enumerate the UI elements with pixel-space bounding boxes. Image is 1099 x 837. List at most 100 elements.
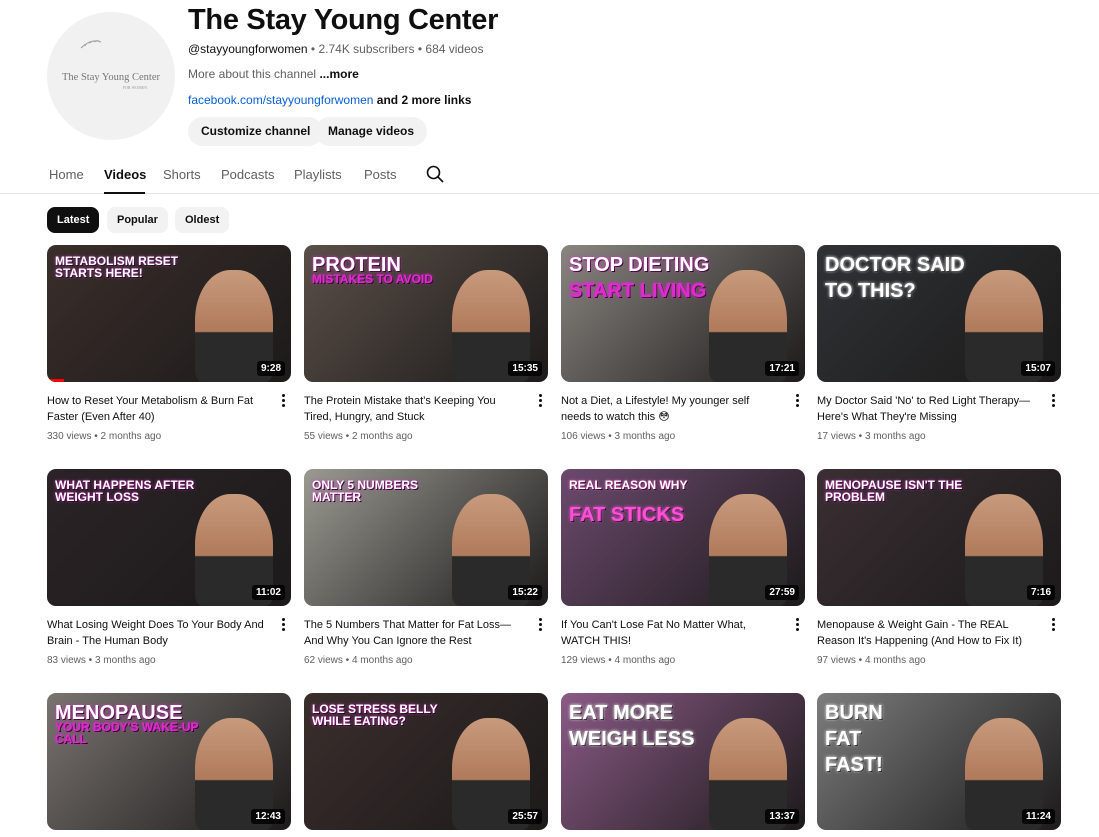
tab-podcasts[interactable]: Podcasts	[221, 167, 274, 182]
video-title[interactable]: If You Can't Lose Fat No Matter What, WA…	[561, 617, 779, 649]
thumbnail-caption: What Happens After Weight Loss	[55, 478, 195, 504]
search-icon[interactable]	[425, 164, 445, 184]
tab-playlists[interactable]: Playlists	[294, 167, 342, 182]
separator: •	[855, 431, 865, 442]
dot	[795, 394, 799, 397]
video-card[interactable]: Eat More Weigh Less 13:37	[561, 693, 805, 830]
manage-videos-button[interactable]: Manage videos	[315, 117, 428, 146]
view-count: 83 views	[47, 655, 86, 666]
video-thumbnail[interactable]: Menopause Isn't The Problem 7:16	[817, 469, 1061, 606]
more-vert-icon[interactable]	[793, 617, 801, 633]
video-card[interactable]: Burn Fat Fast! 11:24	[817, 693, 1061, 830]
subscriber-count: 2.74K subscribers	[318, 42, 415, 56]
video-thumbnail[interactable]: Burn Fat Fast! 11:24	[817, 693, 1061, 830]
watch-progress-bar	[47, 379, 65, 382]
video-stats: 129 views • 4 months ago	[561, 655, 675, 666]
video-thumbnail[interactable]: Real Reason Why Fat Sticks 27:59	[561, 469, 805, 606]
video-title[interactable]: Menopause & Weight Gain - The REAL Reaso…	[817, 617, 1035, 649]
video-card[interactable]: Metabolism Reset Starts Here! 9:28 How to …	[47, 245, 291, 442]
video-thumbnail[interactable]: Doctor Said To This? 15:07	[817, 245, 1061, 382]
video-stats: 330 views • 2 months ago	[47, 431, 161, 442]
video-card[interactable]: Real Reason Why Fat Sticks 27:59 If You Can…	[561, 469, 805, 666]
facebook-link[interactable]: facebook.com/stayyoungforwomen	[188, 93, 373, 107]
dot	[538, 628, 542, 631]
more-vert-icon[interactable]	[536, 393, 544, 409]
video-title[interactable]: The 5 Numbers That Matter for Fat Loss—A…	[304, 617, 522, 649]
thumbnail-caption: Fat Sticks	[569, 504, 685, 526]
video-duration: 9:28	[256, 361, 285, 376]
video-card[interactable]: Menopause Your Body's Wake-Up Call 12:43	[47, 693, 291, 830]
video-duration: 17:21	[765, 361, 799, 376]
filter-latest[interactable]: Latest	[47, 207, 100, 233]
video-card[interactable]: Stop Dieting Start Living 17:21 Not a Diet,…	[561, 245, 805, 442]
upload-age: 3 months ago	[864, 431, 926, 442]
view-count: 106 views	[561, 431, 606, 442]
more-links[interactable]: and 2 more links	[377, 93, 472, 107]
dot	[1051, 394, 1055, 397]
video-card[interactable]: Protein Mistakes to Avoid 15:35 The Protein…	[304, 245, 548, 442]
more-vert-icon[interactable]	[279, 617, 287, 633]
tab-videos[interactable]: Videos	[104, 167, 146, 182]
thumbnail-caption: Doctor Said	[825, 254, 965, 276]
video-title[interactable]: Not a Diet, a Lifestyle! My younger self…	[561, 393, 779, 425]
video-card[interactable]: Doctor Said To This? 15:07 My Doctor Said '…	[817, 245, 1061, 442]
more-vert-icon[interactable]	[793, 393, 801, 409]
separator: •	[85, 655, 95, 666]
more-vert-icon[interactable]	[536, 617, 544, 633]
video-card[interactable]: Lose Stress Belly While Eating? 25:57	[304, 693, 548, 830]
video-title[interactable]: The Protein Mistake that's Keeping You T…	[304, 393, 522, 425]
thumbnail-caption: Start Living	[569, 280, 707, 302]
thumbnail-caption: Real Reason Why	[569, 478, 688, 492]
more-vert-icon[interactable]	[1049, 393, 1057, 409]
about-text: More about this channel	[188, 67, 317, 81]
upload-age: 4 months ago	[351, 655, 413, 666]
thumbnail-caption: Metabolism Reset Starts Here!	[55, 254, 179, 280]
video-thumbnail[interactable]: What Happens After Weight Loss 11:02	[47, 469, 291, 606]
video-card[interactable]: Only 5 Numbers Matter 15:22 The 5 Numbers …	[304, 469, 548, 666]
about-more-link[interactable]: ...more	[319, 67, 358, 81]
thumbnail-caption: Stop Dieting	[569, 254, 710, 276]
video-card[interactable]: Menopause Isn't The Problem 7:16 Menopause…	[817, 469, 1061, 666]
video-thumbnail[interactable]: Metabolism Reset Starts Here! 9:28	[47, 245, 291, 382]
video-thumbnail[interactable]: Menopause Your Body's Wake-Up Call 12:43	[47, 693, 291, 830]
dot	[281, 618, 285, 621]
dot	[281, 404, 285, 407]
channel-about[interactable]: More about this channel ...more	[188, 67, 359, 81]
video-thumbnail[interactable]: Eat More Weigh Less 13:37	[561, 693, 805, 830]
channel-meta: @stayyoungforwomen • 2.74K subscribers •…	[188, 42, 483, 56]
tab-posts[interactable]: Posts	[364, 167, 397, 182]
video-thumbnail[interactable]: Only 5 Numbers Matter 15:22	[304, 469, 548, 606]
thumbnail-caption: Fast!	[825, 754, 883, 776]
avatar-text: The Stay Young Center	[62, 72, 161, 83]
filter-popular[interactable]: Popular	[107, 207, 168, 233]
more-vert-icon[interactable]	[1049, 617, 1057, 633]
dot	[1051, 623, 1055, 626]
dot	[538, 623, 542, 626]
filter-oldest[interactable]: Oldest	[175, 207, 230, 233]
video-title[interactable]: What Losing Weight Does To Your Body And…	[47, 617, 265, 649]
channel-avatar[interactable]: The Stay Young Center FOR WOMEN	[47, 12, 175, 140]
video-thumbnail[interactable]: Stop Dieting Start Living 17:21	[561, 245, 805, 382]
thumbnail-caption: Lose Stress Belly While Eating?	[312, 702, 438, 728]
upload-age: 2 months ago	[351, 431, 413, 442]
video-title[interactable]: How to Reset Your Metabolism & Burn Fat …	[47, 393, 265, 425]
dot	[281, 623, 285, 626]
dot	[1051, 618, 1055, 621]
video-thumbnail[interactable]: Lose Stress Belly While Eating? 25:57	[304, 693, 548, 830]
separator: •	[342, 431, 352, 442]
dot	[795, 628, 799, 631]
video-card[interactable]: What Happens After Weight Loss 11:02 What …	[47, 469, 291, 666]
separator: •	[855, 655, 865, 666]
customize-channel-button[interactable]: Customize channel	[188, 117, 324, 146]
video-thumbnail[interactable]: Protein Mistakes to Avoid 15:35	[304, 245, 548, 382]
video-stats: 106 views • 3 months ago	[561, 431, 675, 442]
dot	[538, 404, 542, 407]
upload-age: 2 months ago	[100, 431, 162, 442]
more-vert-icon[interactable]	[279, 393, 287, 409]
tab-home[interactable]: Home	[49, 167, 84, 182]
video-title[interactable]: My Doctor Said 'No' to Red Light Therapy…	[817, 393, 1035, 425]
dot	[795, 618, 799, 621]
upload-age: 4 months ago	[614, 655, 676, 666]
tab-shorts[interactable]: Shorts	[163, 167, 201, 182]
thumbnail-caption: Weigh Less	[569, 728, 695, 750]
